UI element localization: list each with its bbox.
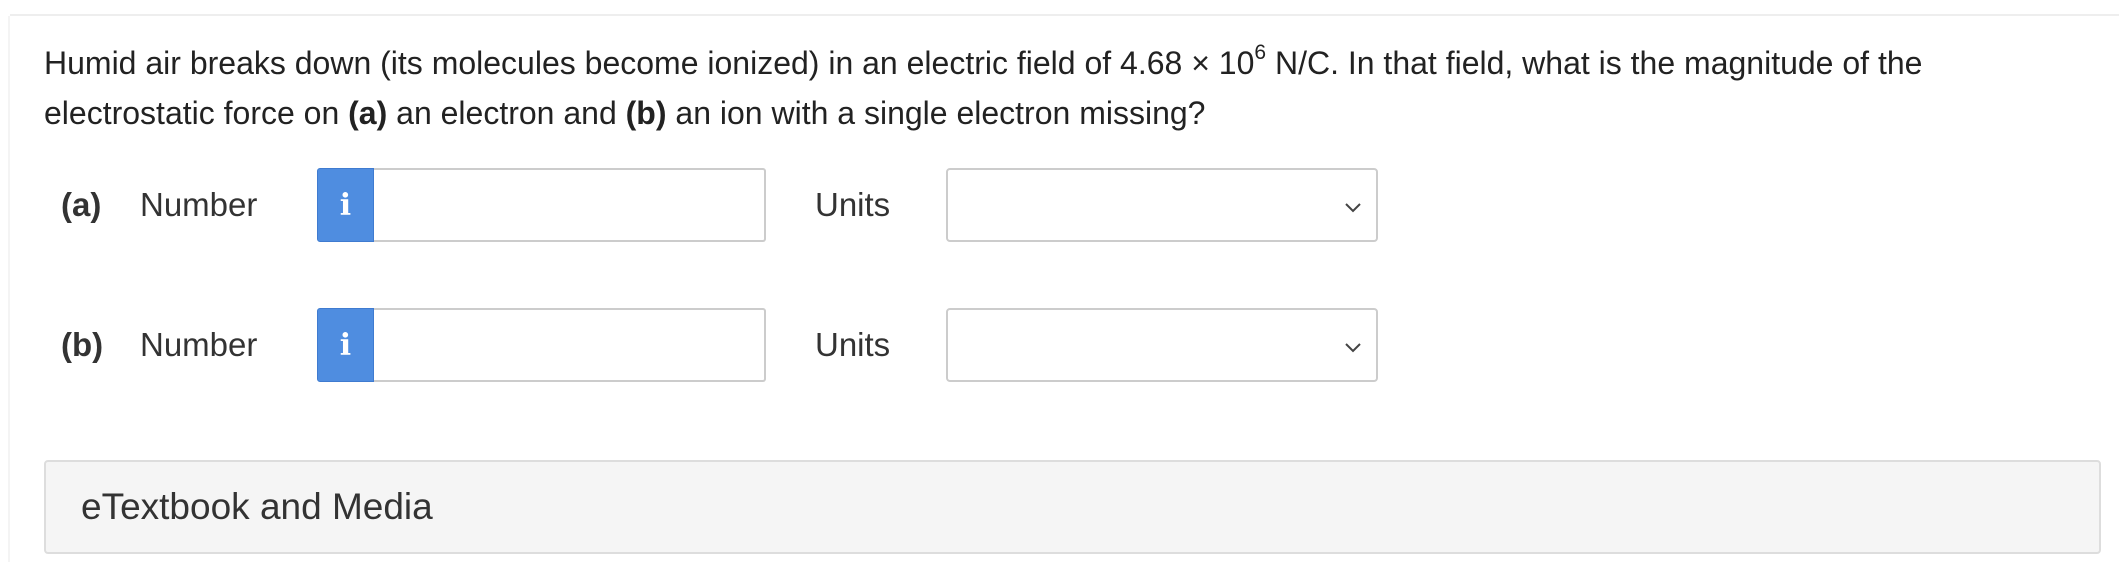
etextbook-media-title: eTextbook and Media bbox=[81, 486, 433, 527]
question-part-b-text: an ion with a single electron missing? bbox=[666, 95, 1206, 131]
part-a-label: (a) bbox=[61, 186, 102, 223]
units-select-a[interactable] bbox=[946, 168, 1378, 242]
info-icon: i bbox=[339, 187, 352, 223]
number-label-b: Number bbox=[140, 326, 258, 363]
top-divider bbox=[10, 14, 2119, 16]
question-part-b-marker: (b) bbox=[625, 95, 667, 131]
number-input-b[interactable] bbox=[374, 308, 766, 382]
units-label-b: Units bbox=[815, 326, 891, 363]
number-label-a: Number bbox=[140, 186, 258, 223]
chevron-down-icon bbox=[1345, 203, 1361, 213]
info-icon: i bbox=[339, 327, 352, 363]
info-button-a[interactable]: i bbox=[317, 168, 374, 242]
answer-row-b: (b) Number i Units bbox=[61, 308, 1381, 382]
question-part-a-marker: (a) bbox=[348, 95, 388, 131]
etextbook-media-panel[interactable]: eTextbook and Media bbox=[44, 460, 2101, 554]
units-label-a: Units bbox=[815, 186, 891, 223]
chevron-down-icon bbox=[1345, 343, 1361, 353]
question-exponent: 6 bbox=[1254, 41, 1267, 65]
question-page: Humid air breaks down (its molecules bec… bbox=[0, 0, 2119, 562]
units-select-b[interactable] bbox=[946, 308, 1378, 382]
answer-row-a: (a) Number i Units bbox=[61, 168, 1381, 242]
part-b-label: (b) bbox=[61, 326, 104, 363]
number-input-a[interactable] bbox=[374, 168, 766, 242]
left-divider bbox=[8, 16, 10, 562]
question-text-start: Humid air breaks down (its molecules bec… bbox=[44, 45, 1255, 81]
question-part-a-text: an electron and bbox=[387, 95, 626, 131]
question-text: Humid air breaks down (its molecules bec… bbox=[44, 38, 2084, 138]
info-button-b[interactable]: i bbox=[317, 308, 374, 382]
